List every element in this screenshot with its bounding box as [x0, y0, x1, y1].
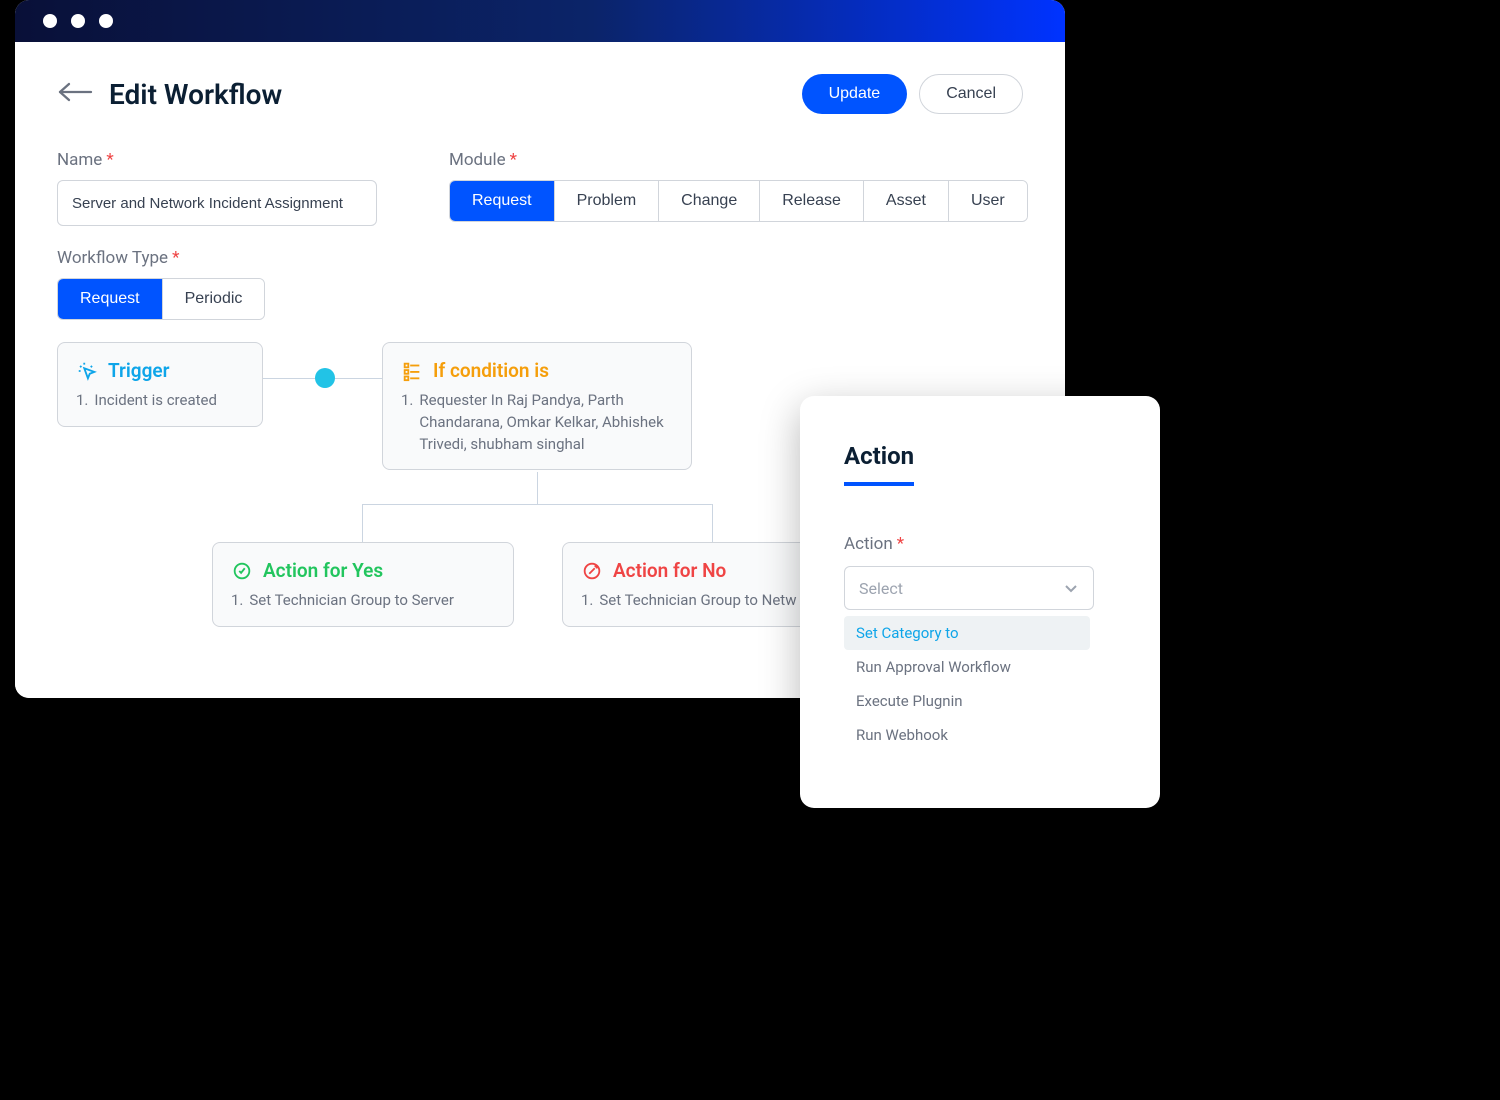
- condition-title: If condition is: [433, 359, 549, 382]
- condition-node[interactable]: If condition is 1.Requester In Raj Pandy…: [382, 342, 692, 470]
- action-option[interactable]: Run Approval Workflow: [844, 650, 1090, 684]
- action-option[interactable]: Set Category to: [844, 616, 1090, 650]
- action-field-label: Action*: [844, 534, 1116, 554]
- update-button[interactable]: Update: [802, 74, 908, 114]
- workflow-type-field: Workflow Type* RequestPeriodic: [57, 248, 265, 320]
- module-label: Module*: [449, 150, 1028, 170]
- module-segmented: RequestProblemChangeReleaseAssetUser: [449, 180, 1028, 222]
- list-item: 1.Set Technician Group to Server: [231, 590, 495, 612]
- name-field: Name*: [57, 150, 377, 226]
- back-arrow-icon[interactable]: [57, 81, 93, 107]
- action-select-placeholder: Select: [859, 579, 903, 598]
- connector-line: [537, 472, 538, 504]
- name-label: Name*: [57, 150, 377, 170]
- module-option-request[interactable]: Request: [450, 181, 555, 221]
- trigger-title: Trigger: [108, 359, 169, 382]
- module-option-problem[interactable]: Problem: [555, 181, 660, 221]
- list-item: 1.Incident is created: [76, 390, 244, 412]
- name-input[interactable]: [57, 180, 377, 226]
- action-no-title: Action for No: [613, 559, 726, 582]
- list-item: 1.Requester In Raj Pandya, Parth Chandar…: [401, 390, 673, 455]
- chevron-down-icon: [1063, 580, 1079, 596]
- connector-line: [712, 504, 713, 542]
- target-edit-icon: [581, 560, 603, 582]
- workflow-type-option-request[interactable]: Request: [58, 279, 163, 319]
- workflow-type-segmented: RequestPeriodic: [57, 278, 265, 320]
- list-icon: [401, 360, 423, 382]
- action-select[interactable]: Select: [844, 566, 1094, 610]
- window-control-dot[interactable]: [43, 14, 57, 28]
- action-yes-title: Action for Yes: [263, 559, 383, 582]
- connector-line: [362, 504, 363, 542]
- module-option-change[interactable]: Change: [659, 181, 760, 221]
- page-title: Edit Workflow: [109, 78, 282, 111]
- trigger-node[interactable]: Trigger 1.Incident is created: [57, 342, 263, 427]
- connector-line: [362, 504, 712, 505]
- module-option-release[interactable]: Release: [760, 181, 864, 221]
- action-option[interactable]: Execute Plugnin: [844, 684, 1090, 718]
- connector-node-icon[interactable]: [315, 368, 335, 388]
- target-check-icon: [231, 560, 253, 582]
- window-control-dot[interactable]: [99, 14, 113, 28]
- action-options-list: Set Category toRun Approval WorkflowExec…: [844, 616, 1090, 752]
- module-option-asset[interactable]: Asset: [864, 181, 949, 221]
- module-field: Module* RequestProblemChangeReleaseAsset…: [449, 150, 1028, 222]
- action-option[interactable]: Run Webhook: [844, 718, 1090, 752]
- action-panel: Action Action* Select Set Category toRun…: [800, 396, 1160, 808]
- window-control-dot[interactable]: [71, 14, 85, 28]
- cursor-click-icon: [76, 360, 98, 382]
- module-option-user[interactable]: User: [949, 181, 1027, 221]
- window-title-bar: [15, 0, 1065, 42]
- action-panel-title: Action: [844, 442, 914, 486]
- workflow-type-label: Workflow Type*: [57, 248, 265, 268]
- cancel-button[interactable]: Cancel: [919, 74, 1023, 114]
- action-yes-node[interactable]: Action for Yes 1.Set Technician Group to…: [212, 542, 514, 627]
- page-header: Edit Workflow Update Cancel: [57, 74, 1023, 114]
- workflow-type-option-periodic[interactable]: Periodic: [163, 279, 265, 319]
